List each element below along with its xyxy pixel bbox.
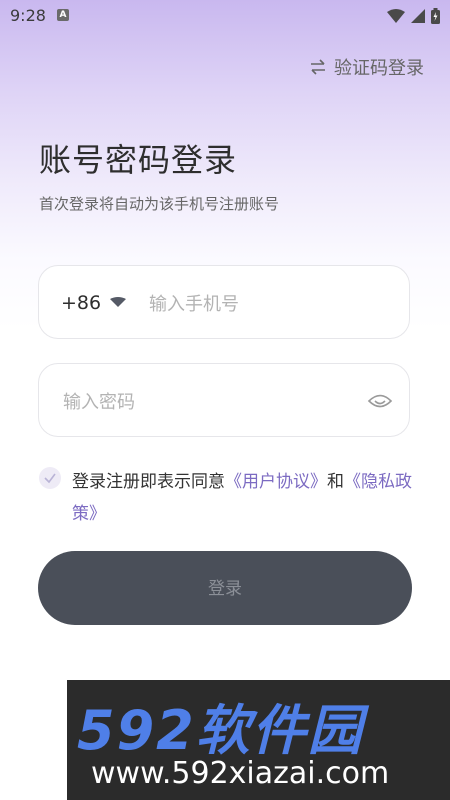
- password-field: [38, 363, 410, 437]
- agreement-prefix: 登录注册即表示同意: [72, 472, 225, 492]
- eye-icon[interactable]: [367, 388, 393, 414]
- user-agreement-link[interactable]: 《用户协议》: [225, 472, 327, 492]
- phone-input[interactable]: [147, 288, 391, 320]
- watermark-banner: 592软件园 www.592xiazai.com: [67, 680, 450, 800]
- agreement-conjunction: 和: [327, 472, 344, 492]
- switch-label: 验证码登录: [334, 58, 424, 79]
- check-icon: [44, 473, 56, 484]
- signal-icon: [411, 9, 425, 23]
- chevron-down-icon[interactable]: [109, 296, 127, 308]
- agreement-text: 登录注册即表示同意《用户协议》和《隐私政策》: [72, 466, 412, 530]
- swap-icon: [311, 59, 325, 75]
- phone-field: +86: [38, 265, 410, 339]
- password-input[interactable]: [61, 386, 365, 418]
- login-button[interactable]: 登录: [38, 551, 412, 625]
- country-code[interactable]: +86: [61, 292, 101, 314]
- status-time: 9:28: [10, 6, 46, 25]
- page-title: 账号密码登录: [39, 141, 238, 179]
- battery-icon: [431, 8, 440, 24]
- wifi-icon: [387, 9, 405, 23]
- status-bar: 9:28 A: [0, 0, 450, 32]
- switch-to-sms-login[interactable]: 验证码登录: [310, 54, 424, 80]
- status-icons: [387, 8, 440, 24]
- page-subtitle: 首次登录将自动为该手机号注册账号: [39, 195, 280, 213]
- watermark-brand: 592软件园: [77, 699, 364, 762]
- agreement-checkbox[interactable]: [39, 467, 61, 489]
- notification-badge: A: [57, 9, 69, 21]
- watermark-url: www.592xiazai.com: [91, 756, 390, 791]
